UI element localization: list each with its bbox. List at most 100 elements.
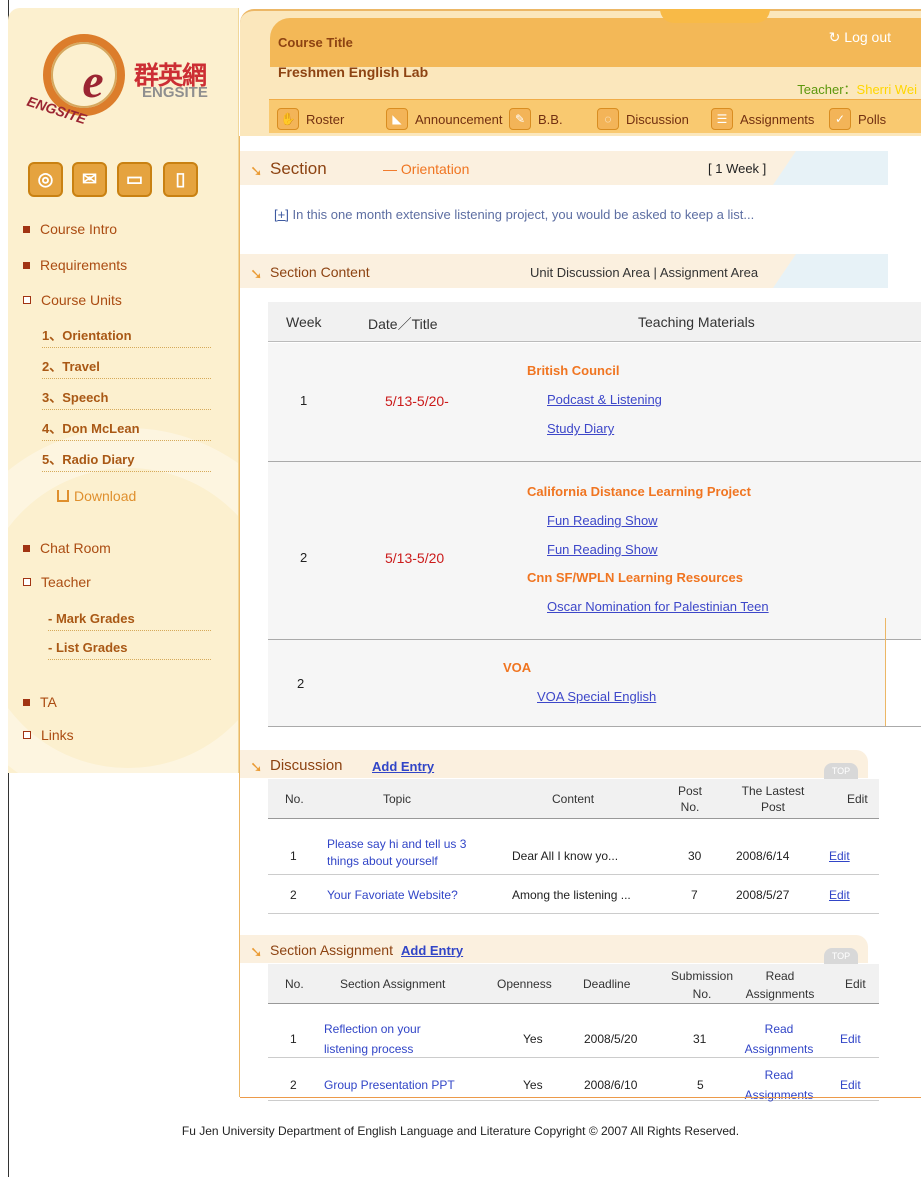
assignment-no: 1 — [290, 1032, 297, 1046]
expand-intro-button[interactable]: [+] — [274, 207, 289, 222]
nav-bulletin-board[interactable]: ✎ B.B. — [509, 108, 563, 130]
section-heading: Section — [270, 159, 327, 178]
sidebar-item-course-units[interactable]: Course Units — [23, 292, 122, 308]
material-link[interactable]: Podcast & Listening — [547, 392, 662, 407]
glasses-icon[interactable]: ◎ — [28, 162, 63, 197]
content-left-rule — [239, 136, 240, 1097]
sidebar-item-ta[interactable]: TA — [23, 694, 57, 710]
logout-button[interactable]: ↻ Log out — [829, 29, 891, 46]
discussion-heading: Discussion — [270, 757, 343, 774]
check-icon: ✓ — [829, 108, 851, 130]
table-side-rule — [885, 618, 886, 726]
read-assignments-link[interactable]: Read Assignments — [732, 1019, 826, 1059]
material-link[interactable]: Study Diary — [547, 421, 614, 436]
unit-link-radio-diary[interactable]: 5、Radio Diary — [42, 447, 211, 472]
week-number: 1 — [300, 393, 308, 408]
bookmark-icon[interactable]: ▯ — [163, 162, 198, 197]
assignment-top-button[interactable]: TOP — [824, 948, 858, 964]
course-title-label: Course Title — [278, 35, 353, 50]
discussion-last-post: 2008/5/27 — [736, 888, 790, 902]
nav-roster[interactable]: ✋ Roster — [277, 108, 344, 130]
material-link[interactable]: Fun Reading Show — [547, 513, 658, 528]
box-bullet-icon — [23, 578, 31, 586]
discussion-topic-link[interactable]: Your Favoriate Website? — [327, 888, 458, 902]
assignment-table-header: No. Section Assignment Openness Deadline… — [268, 964, 879, 1004]
discussion-add-entry-link[interactable]: Add Entry — [372, 759, 434, 774]
week-date: 5/13-5/20 — [385, 550, 445, 566]
sidebar-item-links[interactable]: Links — [23, 727, 74, 743]
logo-english-name: ENGSITE — [142, 84, 208, 101]
teacher-link-list-grades[interactable]: - List Grades — [48, 635, 211, 660]
assignment-name-link[interactable]: Group Presentation PPT — [324, 1078, 455, 1092]
row-divider — [268, 913, 879, 914]
square-bullet-icon — [23, 698, 30, 706]
sidebar-item-course-intro[interactable]: Course Intro — [23, 221, 117, 237]
section-content-title-bar: ➘ Section Content Unit Discussion Area |… — [240, 254, 888, 288]
unit-link-don-mclean[interactable]: 4、Don McLean — [42, 416, 211, 441]
sidebar-item-requirements[interactable]: Requirements — [23, 257, 127, 273]
material-link[interactable]: Oscar Nomination for Palestinian Teen — [547, 599, 769, 614]
com-icon[interactable]: ▭ — [117, 162, 152, 197]
download-icon — [57, 490, 69, 502]
assignment-openness: Yes — [523, 1032, 543, 1046]
assignment-title-bar: ➘ Section Assignment Add Entry TOP — [240, 935, 868, 964]
logo-e-letter: e — [82, 55, 104, 108]
read-assignments-link[interactable]: Read Assignments — [732, 1065, 826, 1105]
discussion-last-post: 2008/6/14 — [736, 849, 790, 863]
header-decoration — [660, 9, 770, 23]
assignment-add-entry-link[interactable]: Add Entry — [401, 943, 463, 958]
assignment-name-link[interactable]: Reflection on your listening process — [324, 1019, 459, 1059]
assignment-no: 2 — [290, 1078, 297, 1092]
header-top-bar — [270, 9, 921, 67]
material-link[interactable]: VOA Special English — [537, 689, 656, 704]
doc-icon: ☰ — [711, 108, 733, 130]
megaphone-icon: ◣ — [386, 108, 408, 130]
nav-polls[interactable]: ✓ Polls — [829, 108, 886, 130]
week-number: 2 — [300, 550, 308, 565]
box-bullet-icon — [23, 731, 31, 739]
power-icon: ↻ — [828, 29, 845, 45]
discussion-content: Dear All I know yo... — [512, 849, 619, 863]
unit-link-orientation[interactable]: 1、Orientation — [42, 323, 211, 348]
materials-row-3 — [268, 640, 885, 726]
nav-assignments[interactable]: ☰ Assignments — [711, 108, 814, 130]
material-source: California Distance Learning Project — [527, 484, 751, 499]
assignment-submissions: 5 — [697, 1078, 704, 1092]
footer-rule — [240, 1097, 921, 1098]
discussion-edit-link[interactable]: Edit — [829, 888, 850, 902]
discussion-post-count: 30 — [688, 849, 702, 863]
section-intro: [+] In this one month extensive listenin… — [274, 207, 755, 222]
week-date: 5/13-5/20- — [385, 393, 449, 409]
assignment-heading: Section Assignment — [270, 942, 393, 958]
chat-icon: ◌ — [597, 108, 619, 130]
assignment-deadline: 2008/6/10 — [584, 1078, 638, 1092]
sidebar-item-teacher[interactable]: Teacher — [23, 574, 91, 590]
pin-icon: ✎ — [509, 108, 531, 130]
discussion-no: 1 — [290, 849, 297, 863]
section-week: [ 1 Week ] — [708, 161, 767, 176]
assignment-edit-link[interactable]: Edit — [840, 1078, 861, 1092]
course-header: Course Title Freshmen English Lab ↻ Log … — [240, 9, 921, 136]
download-link[interactable]: Download — [57, 488, 136, 504]
discussion-content: Among the listening ... — [512, 888, 631, 902]
square-bullet-icon — [23, 544, 30, 552]
sidebar-item-chat-room[interactable]: Chat Room — [23, 540, 111, 556]
section-decoration — [773, 151, 888, 185]
discussion-edit-link[interactable]: Edit — [829, 849, 850, 863]
unit-link-travel[interactable]: 2、Travel — [42, 354, 211, 379]
nav-announcement[interactable]: ◣ Announcement — [386, 108, 502, 130]
teacher-link-mark-grades[interactable]: - Mark Grades — [48, 606, 211, 631]
discussion-topic-link[interactable]: Please say hi and tell us 3 things about… — [327, 836, 482, 870]
row-divider — [268, 874, 879, 875]
unit-area-links[interactable]: Unit Discussion Area | Assignment Area — [530, 265, 758, 280]
section-content-arrow-icon: ➘ — [250, 266, 263, 283]
mail-icon[interactable]: ✉ — [72, 162, 107, 197]
material-link[interactable]: Fun Reading Show — [547, 542, 658, 557]
unit-link-speech[interactable]: 3、Speech — [42, 385, 211, 410]
box-bullet-icon — [23, 296, 31, 304]
footer-copyright: Fu Jen University Department of English … — [181, 1124, 740, 1138]
discussion-top-button[interactable]: TOP — [824, 763, 858, 779]
assignment-edit-link[interactable]: Edit — [840, 1032, 861, 1046]
course-navigation: ✋ Roster ◣ Announcement ✎ B.B. ◌ Discussion … — [269, 99, 921, 133]
nav-discussion[interactable]: ◌ Discussion — [597, 108, 689, 130]
